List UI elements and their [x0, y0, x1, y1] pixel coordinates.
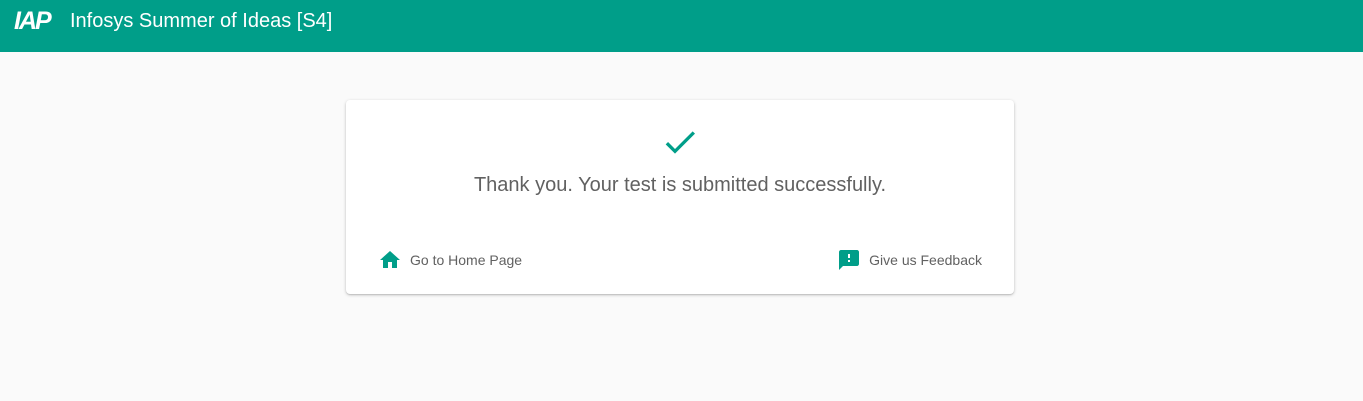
iap-logo[interactable]: IAP — [14, 8, 62, 32]
app-title: Infosys Summer of Ideas [S4] — [70, 10, 333, 32]
go-home-label: Go to Home Page — [410, 252, 523, 268]
home-icon — [380, 251, 400, 268]
svg-text:IAP: IAP — [14, 8, 52, 32]
check-icon — [665, 131, 695, 154]
submission-card: Thank you. Your test is submitted succes… — [346, 100, 1014, 294]
app-header: IAP Infosys Summer of Ideas [S4] — [0, 0, 1363, 52]
give-feedback-label: Give us Feedback — [869, 252, 982, 268]
give-feedback-button[interactable]: Give us Feedback — [837, 246, 982, 274]
feedback-icon — [839, 250, 860, 270]
go-home-button[interactable]: Go to Home Page — [378, 246, 522, 274]
success-message: Thank you. Your test is submitted succes… — [473, 174, 887, 196]
